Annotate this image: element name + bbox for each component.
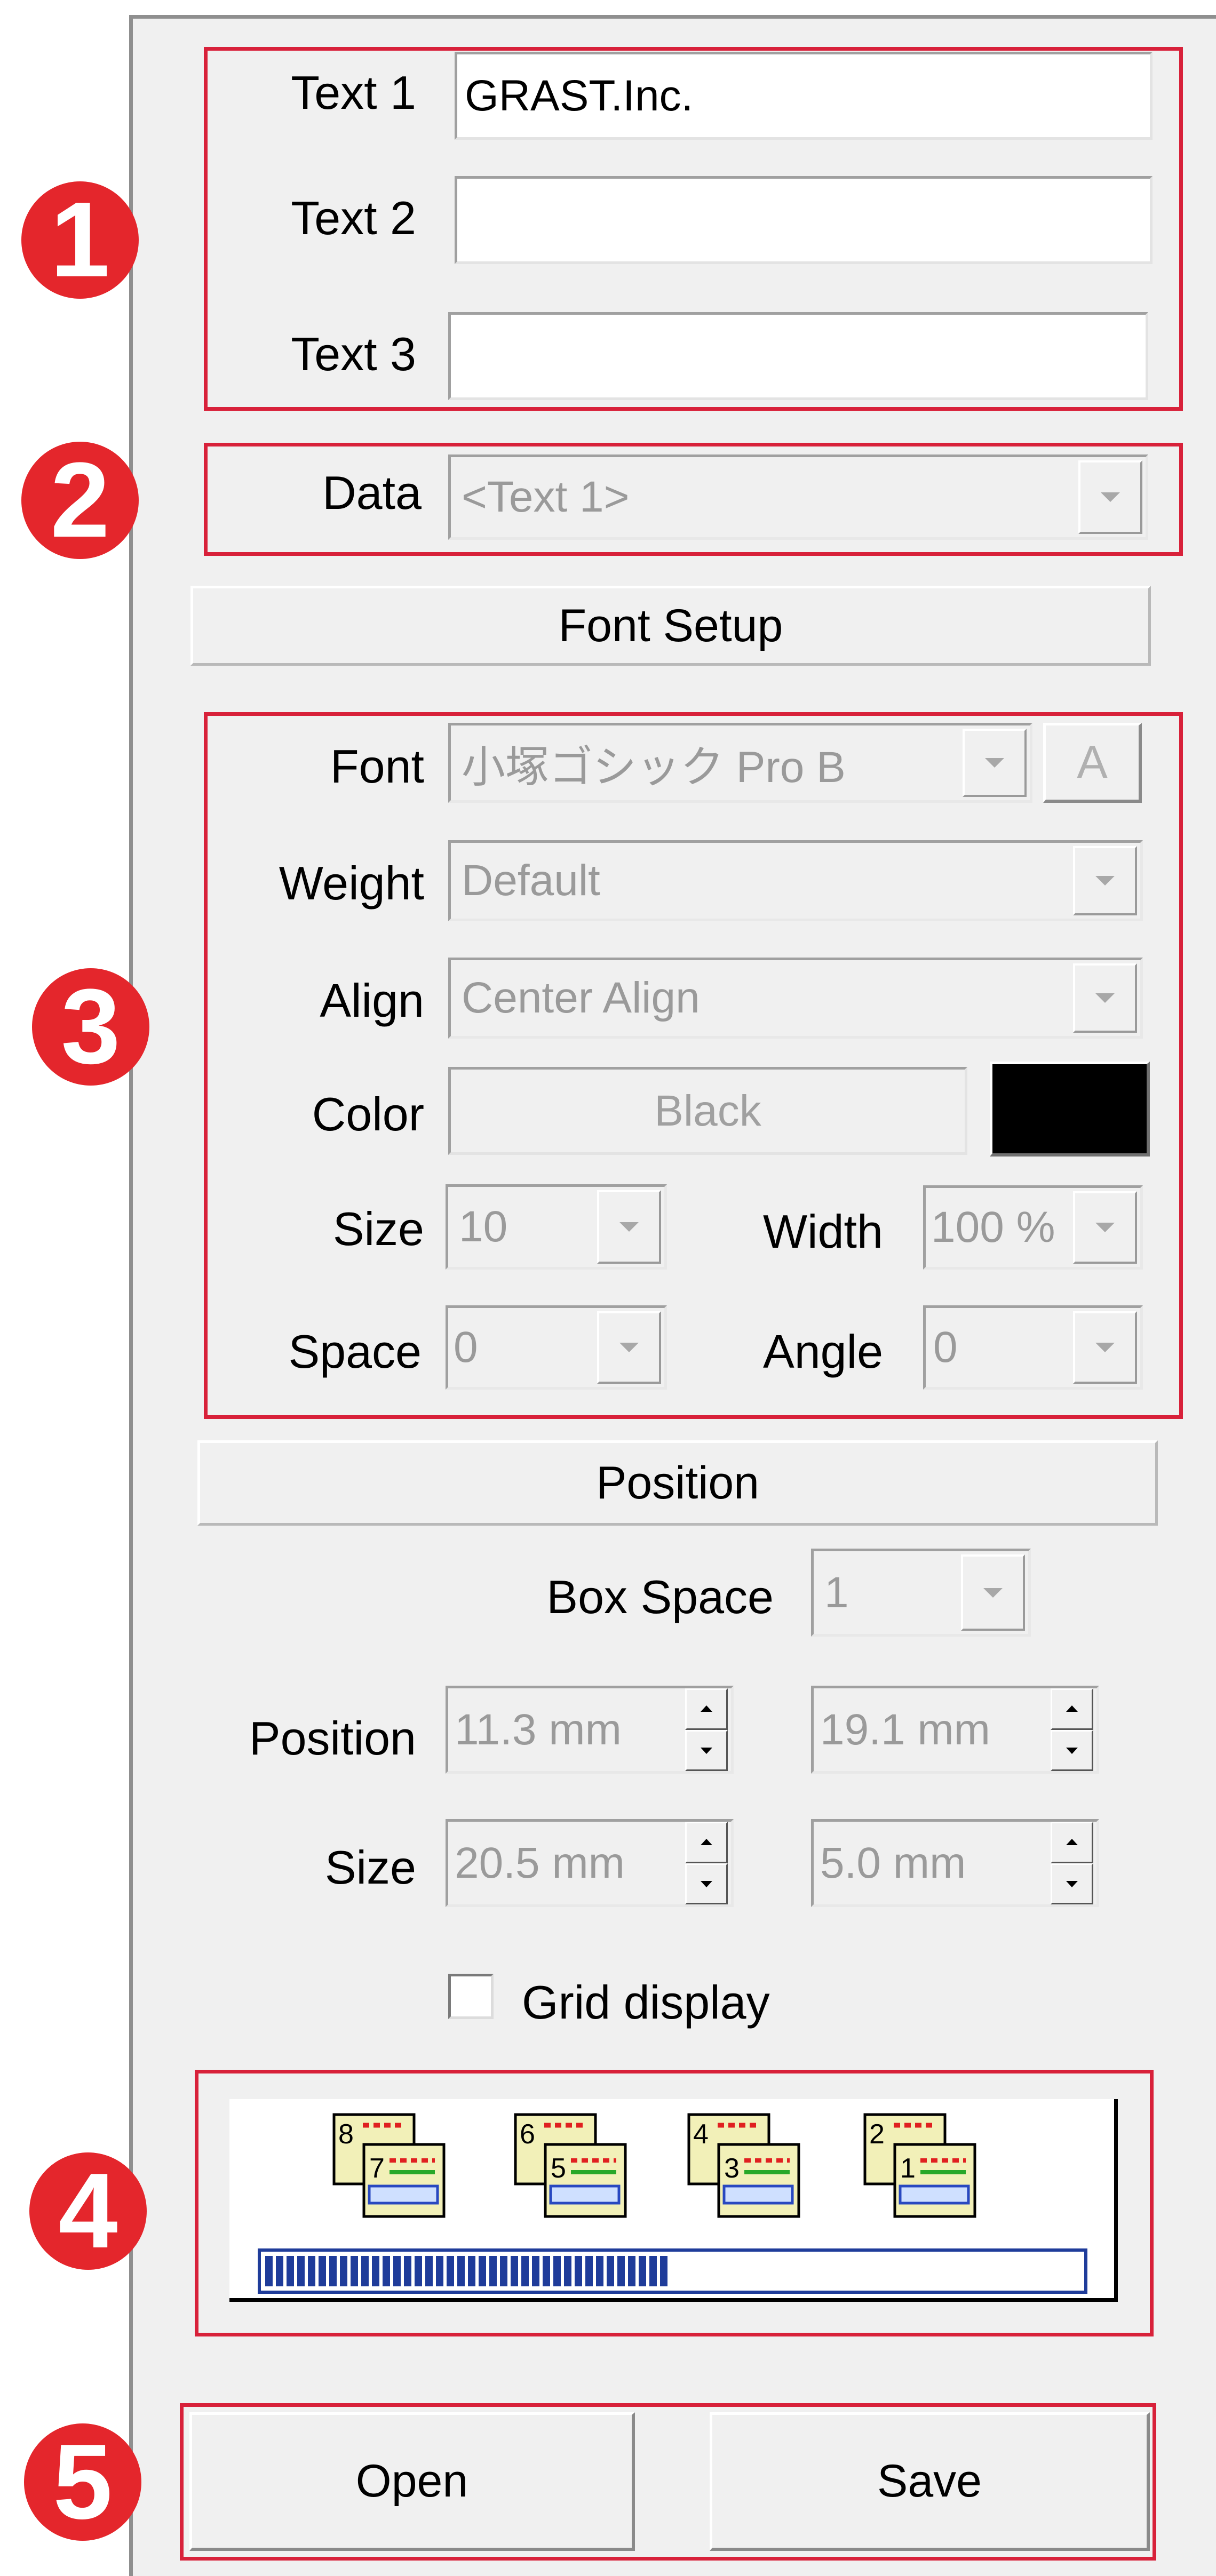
text2-input[interactable]: [455, 176, 1153, 264]
position-x-stepper[interactable]: 11.3 mm: [446, 1686, 734, 1774]
align-select-value: Center Align: [462, 974, 700, 1022]
color-value-field: Black: [448, 1067, 967, 1155]
layout-digit-5: 5: [551, 2153, 566, 2184]
font-label: Font: [330, 740, 424, 793]
chevron-down-icon[interactable]: [1078, 460, 1142, 534]
stepper-down-icon[interactable]: [1051, 1729, 1093, 1771]
layout-digit-2: 2: [869, 2119, 885, 2150]
space-select[interactable]: 0: [446, 1305, 667, 1390]
save-button[interactable]: Save: [710, 2412, 1150, 2551]
chevron-down-icon[interactable]: [1073, 963, 1137, 1033]
box-space-select[interactable]: 1: [811, 1549, 1031, 1637]
width-select[interactable]: 100 %: [923, 1185, 1143, 1270]
layout-progress-fill: [265, 2256, 669, 2286]
position-header: Position: [197, 1440, 1158, 1526]
size-h-stepper[interactable]: 5.0 mm: [811, 1819, 1099, 1907]
position-x-value: 11.3 mm: [455, 1705, 622, 1754]
layout-progress-bar: [258, 2248, 1087, 2294]
layout-digit-1: 1: [900, 2153, 916, 2184]
font-select[interactable]: 小塚ゴシック Pro B: [448, 723, 1032, 803]
layout-icon-6-5[interactable]: 6 5: [512, 2112, 630, 2219]
grid-display-checkbox[interactable]: [448, 1974, 494, 2019]
angle-select[interactable]: 0: [923, 1305, 1143, 1390]
box-space-select-value: 1: [824, 1568, 849, 1617]
layout-digit-4: 4: [693, 2119, 709, 2150]
align-label: Align: [320, 974, 424, 1027]
text3-input[interactable]: [448, 312, 1148, 400]
badge-2: 2: [21, 442, 139, 559]
stepper-up-icon[interactable]: [1051, 1688, 1093, 1730]
layout-digit-7: 7: [369, 2153, 385, 2184]
chevron-down-icon[interactable]: [961, 1554, 1025, 1631]
data-select[interactable]: <Text 1>: [448, 454, 1148, 540]
data-select-value: <Text 1>: [462, 473, 630, 521]
layout-icon-8-7[interactable]: 8 7: [331, 2112, 448, 2219]
text3-label: Text 3: [291, 328, 416, 380]
badge-3: 3: [32, 968, 149, 1086]
position-label: Position: [249, 1712, 416, 1765]
grid-display-label: Grid display: [522, 1976, 770, 2029]
space-select-value: 0: [454, 1323, 478, 1371]
angle-select-value: 0: [933, 1323, 958, 1371]
layout-icon-2-1[interactable]: 2 1: [862, 2112, 979, 2219]
color-label: Color: [312, 1088, 424, 1141]
stepper-down-icon[interactable]: [1051, 1863, 1093, 1904]
size-pos-label: Size: [324, 1841, 416, 1894]
text1-input[interactable]: GRAST.Inc.: [455, 52, 1153, 140]
badge-4: 4: [29, 2152, 147, 2270]
size-select-value: 10: [459, 1202, 508, 1251]
font-select-value: 小塚ゴシック Pro B: [462, 743, 846, 792]
font-style-button[interactable]: A: [1043, 723, 1142, 803]
stepper-up-icon[interactable]: [685, 1688, 728, 1730]
align-select[interactable]: Center Align: [448, 958, 1143, 1039]
width-select-value: 100 %: [931, 1203, 1055, 1251]
text2-label: Text 2: [291, 192, 416, 244]
angle-label: Angle: [763, 1325, 884, 1378]
size-w-value: 20.5 mm: [455, 1838, 625, 1887]
chevron-down-icon[interactable]: [963, 729, 1027, 797]
chevron-down-icon[interactable]: [1073, 1311, 1137, 1384]
box-space-label: Box Space: [546, 1570, 774, 1623]
chevron-down-icon[interactable]: [597, 1190, 661, 1264]
open-button[interactable]: Open: [189, 2412, 635, 2551]
size-label: Size: [332, 1202, 424, 1255]
layout-digit-8: 8: [338, 2119, 354, 2150]
stepper-down-icon[interactable]: [685, 1729, 728, 1771]
weight-select-value: Default: [462, 856, 600, 905]
size-select[interactable]: 10: [446, 1184, 667, 1270]
color-swatch-button[interactable]: [990, 1062, 1150, 1157]
chevron-down-icon[interactable]: [1073, 846, 1137, 915]
size-h-value: 5.0 mm: [820, 1838, 966, 1887]
font-setup-header: Font Setup: [190, 586, 1151, 666]
space-label: Space: [288, 1325, 422, 1378]
stepper-up-icon[interactable]: [1051, 1822, 1093, 1863]
position-y-value: 19.1 mm: [820, 1705, 990, 1754]
badge-5: 5: [24, 2423, 141, 2541]
layout-icon-4-3[interactable]: 4 3: [686, 2112, 803, 2219]
badge-1: 1: [21, 181, 139, 299]
chevron-down-icon[interactable]: [597, 1311, 661, 1384]
stepper-down-icon[interactable]: [685, 1863, 728, 1904]
text1-label: Text 1: [291, 66, 416, 119]
weight-label: Weight: [279, 857, 424, 910]
size-w-stepper[interactable]: 20.5 mm: [446, 1819, 734, 1907]
chevron-down-icon[interactable]: [1073, 1191, 1137, 1264]
weight-select[interactable]: Default: [448, 840, 1143, 921]
position-y-stepper[interactable]: 19.1 mm: [811, 1686, 1099, 1774]
layout-digit-6: 6: [520, 2119, 535, 2150]
stepper-up-icon[interactable]: [685, 1822, 728, 1863]
width-label: Width: [763, 1205, 883, 1258]
data-label: Data: [322, 466, 422, 519]
layout-digit-3: 3: [724, 2153, 740, 2184]
